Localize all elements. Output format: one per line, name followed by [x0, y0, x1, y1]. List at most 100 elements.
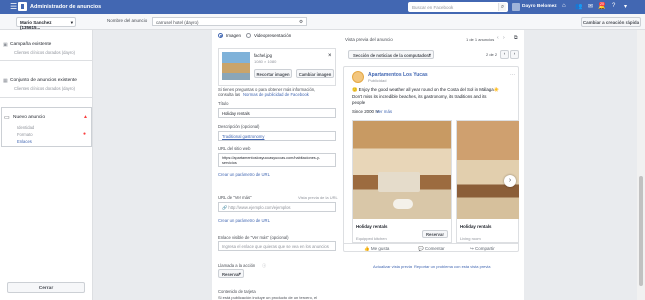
search-icon[interactable]: ⌕: [498, 3, 506, 11]
title-label: Título: [218, 101, 229, 106]
page-counter: 2 de 2: [486, 52, 498, 57]
card-title: Holiday rentals: [356, 224, 388, 229]
facebook-logo-icon[interactable]: [18, 2, 27, 11]
ad-policy-link[interactable]: Normas de publicidad de Facebook: [243, 92, 309, 97]
close-button[interactable]: Cerrar: [7, 282, 85, 293]
see-more-display-label: Enlace visible de "Ver más" (opcional): [218, 235, 289, 240]
like-button[interactable]: 👍 Me gusta: [364, 246, 389, 252]
cta-label: Llamada a la acción: [218, 263, 256, 268]
search-input[interactable]: Buscar en Facebook ⌕: [408, 2, 508, 12]
comment-button[interactable]: 💬 Comentar: [418, 246, 445, 252]
see-more-label: URL de "Ver más": [218, 195, 252, 200]
adset-icon: ▦: [3, 78, 8, 84]
chevron-right-icon[interactable]: ›: [510, 50, 519, 59]
app-title: Administrador de anuncios: [30, 4, 102, 10]
sub-bar: Mario Sanchez (135615... ▾: [0, 14, 645, 30]
card-photo: [457, 121, 519, 219]
divider: [0, 60, 92, 61]
see-more-placeholder: http://www.ejemplo.com/ejemplos: [228, 205, 291, 210]
divider: [344, 243, 518, 244]
card-content-label: Contenido de tarjeta: [218, 289, 256, 294]
title-value: Holiday rentals: [222, 111, 250, 116]
sidebar-item-ad[interactable]: [1, 107, 92, 147]
radio-slideshow[interactable]: [246, 33, 251, 38]
sidebar-ad-item-format[interactable]: Formato: [17, 132, 33, 137]
description-input[interactable]: Traditional gastronomy: [218, 131, 336, 141]
expand-icon[interactable]: ⧉: [514, 35, 518, 41]
account-dropdown-label: Mario Sanchez (135615...: [20, 20, 52, 30]
carousel-next-icon[interactable]: ›: [504, 175, 516, 187]
see-more-url-input[interactable]: 🔗 http://www.ejemplo.com/ejemplos: [218, 202, 336, 212]
menu-icon[interactable]: ☰: [10, 3, 17, 11]
help-icon[interactable]: ?: [612, 3, 615, 9]
info-icon: ⓘ: [262, 263, 267, 268]
sofa-shape: [378, 172, 420, 192]
separator: ·: [411, 264, 413, 269]
cta-dropdown[interactable]: Reservar ▾: [218, 269, 244, 278]
card-content-help: Si está publicación incluye un producto …: [218, 295, 318, 300]
chevron-left-icon[interactable]: ‹: [500, 50, 509, 59]
ad-name-value: carrusel hotel (dayro): [156, 20, 199, 25]
post-body-line-1: 🙂 Enjoy the good weather all year round …: [352, 87, 500, 92]
url-label: URL del sitio web: [218, 146, 251, 151]
see-more-display-placeholder: Ingresa el enlace que quieras que se vea…: [222, 244, 329, 249]
see-more-display-input[interactable]: Ingresa el enlace que quieras que se vea…: [218, 241, 336, 251]
change-image-button[interactable]: Cambiar imagen: [296, 69, 334, 78]
monitor-icon: ▭: [4, 115, 10, 121]
more-options-icon[interactable]: ···: [510, 72, 515, 78]
messages-icon[interactable]: ✉: [588, 3, 593, 10]
post-body-line-2: Don't miss its incredible beaches, its g…: [352, 94, 487, 99]
quick-creation-button[interactable]: Cambiar a creación rápida: [581, 17, 641, 27]
description-label: Descripción (opcional): [218, 124, 260, 129]
preview-counter: 1 de 1 anuncios: [466, 37, 495, 42]
sidebar-ad-item-identity[interactable]: Identidad: [17, 125, 34, 130]
card-title: Holiday rentals: [460, 224, 492, 229]
chevron-right-icon[interactable]: ›: [503, 35, 505, 41]
card-cta-button[interactable]: Reservar: [422, 230, 448, 238]
sidebar-item-adset[interactable]: Conjunto de anuncios existente: [10, 78, 77, 83]
help-text-2: consulta las: [218, 92, 241, 97]
url-input[interactable]: https://apartamentoslosyuccasyuccas.com/…: [218, 153, 336, 167]
search-placeholder: Buscar en Facebook: [412, 4, 454, 10]
top-bar: ☰ Administrador de anuncios Buscar en Fa…: [0, 0, 645, 14]
chevron-down-icon: ▾: [70, 20, 73, 25]
radio-slideshow-label: Videopresentación: [254, 33, 292, 38]
crop-image-button[interactable]: Recortar imagen: [254, 69, 292, 78]
share-button[interactable]: ↪ Compartir: [470, 246, 495, 252]
settings-icon[interactable]: ⚙: [299, 19, 303, 25]
preview-header: Vista previa del anuncio: [345, 37, 393, 42]
user-name[interactable]: Dayro Belomez: [522, 4, 557, 9]
radio-image[interactable]: [218, 33, 223, 38]
friends-icon[interactable]: 👥: [575, 3, 582, 10]
url-parameter-link[interactable]: Crear un parámetro de URL: [218, 172, 270, 177]
description-value: Traditional gastronomy: [222, 134, 265, 139]
see-more-parameter-link[interactable]: Crear un parámetro de URL: [218, 218, 270, 223]
account-dropdown[interactable]: Mario Sanchez (135615... ▾: [16, 17, 76, 30]
refresh-preview-link[interactable]: Actualizar vista previa: [373, 264, 412, 269]
close-icon[interactable]: ×: [328, 53, 332, 59]
ad-name-input[interactable]: carrusel hotel (dayro) ⚙: [152, 17, 307, 26]
ad-name-label: Nombre del anuncio: [107, 18, 148, 23]
settings-dropdown-icon[interactable]: ▾: [624, 3, 627, 10]
placement-dropdown[interactable]: Sección de noticias de la computadora ▾: [348, 50, 434, 59]
error-icon: ▲: [83, 114, 88, 120]
comment-label: Comentar: [424, 246, 445, 251]
sidebar-ad-item-links[interactable]: Enlaces: [17, 139, 32, 144]
radio-image-label: Imagen: [226, 33, 242, 38]
file-dims: 1080 × 1080: [254, 59, 277, 64]
chevron-down-icon: ▾: [238, 271, 241, 276]
chevron-left-icon[interactable]: ‹: [497, 35, 499, 41]
lock-icon: 🔗: [222, 205, 228, 210]
page-avatar: [352, 71, 364, 83]
avatar[interactable]: [512, 3, 520, 11]
scrollbar-thumb[interactable]: [639, 176, 643, 286]
flowers-shape: [393, 199, 413, 209]
title-input[interactable]: Holiday rentals: [218, 108, 336, 118]
home-icon[interactable]: ⌂: [562, 3, 566, 9]
card-description: Equipped kitchen: [356, 236, 387, 241]
see-more-preview-link[interactable]: Vista previa de la URL: [298, 195, 338, 200]
sidebar-item-campaign[interactable]: Campaña existente: [10, 42, 51, 47]
see-more-link[interactable]: Ver más: [376, 109, 392, 114]
report-problem-link[interactable]: Reportar un problema con esta vista prev…: [414, 264, 490, 269]
error-icon: ●: [83, 131, 87, 137]
